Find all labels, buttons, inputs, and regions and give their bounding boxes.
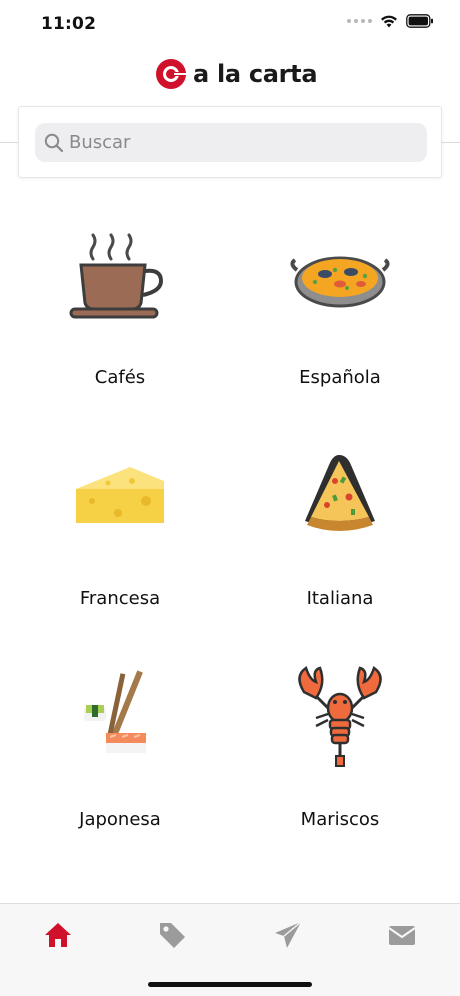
category-label: Mariscos bbox=[300, 809, 380, 830]
plate-logo-icon bbox=[156, 59, 186, 89]
app-header: a la carta bbox=[0, 50, 460, 100]
paper-plane-icon bbox=[275, 921, 302, 948]
battery-icon bbox=[406, 14, 433, 28]
app-logo: a la carta bbox=[155, 58, 318, 90]
category-label: Cafés bbox=[94, 367, 146, 388]
home-indicator bbox=[148, 982, 312, 987]
wifi-icon bbox=[381, 15, 397, 27]
category-label: Francesa bbox=[79, 588, 161, 609]
category-label: Italiana bbox=[306, 588, 374, 609]
category-italiana[interactable]: Italiana bbox=[225, 431, 455, 652]
category-cafes[interactable]: Cafés bbox=[5, 210, 235, 431]
paella-pan-icon bbox=[285, 220, 395, 330]
status-icons bbox=[347, 14, 434, 28]
category-japonesa[interactable]: Japonesa bbox=[5, 652, 235, 873]
category-espanola[interactable]: Española bbox=[225, 210, 455, 431]
lobster-icon bbox=[285, 662, 395, 772]
search-input[interactable] bbox=[69, 132, 409, 153]
cellular-signal-icon bbox=[347, 19, 372, 23]
tab-send[interactable] bbox=[268, 918, 308, 952]
tab-offers[interactable] bbox=[152, 918, 192, 952]
tab-messages[interactable] bbox=[382, 918, 422, 952]
sushi-chopsticks-icon bbox=[65, 662, 175, 772]
search-bar[interactable] bbox=[35, 123, 427, 162]
status-bar: 11:02 bbox=[0, 0, 460, 50]
category-label: Japonesa bbox=[79, 809, 161, 830]
status-time: 11:02 bbox=[41, 14, 97, 34]
category-francesa[interactable]: Francesa bbox=[5, 431, 235, 652]
category-mariscos[interactable]: Mariscos bbox=[225, 652, 455, 873]
pizza-slice-icon bbox=[285, 441, 395, 551]
home-icon bbox=[45, 923, 71, 947]
logo-text: a la carta bbox=[193, 60, 318, 88]
envelope-icon bbox=[388, 926, 416, 945]
tag-icon bbox=[160, 923, 185, 948]
cheese-wedge-icon bbox=[65, 441, 175, 551]
search-card bbox=[18, 106, 442, 178]
coffee-cup-icon bbox=[65, 220, 175, 330]
search-icon bbox=[44, 133, 64, 153]
tab-home[interactable] bbox=[38, 918, 78, 952]
category-label: Española bbox=[299, 367, 381, 388]
